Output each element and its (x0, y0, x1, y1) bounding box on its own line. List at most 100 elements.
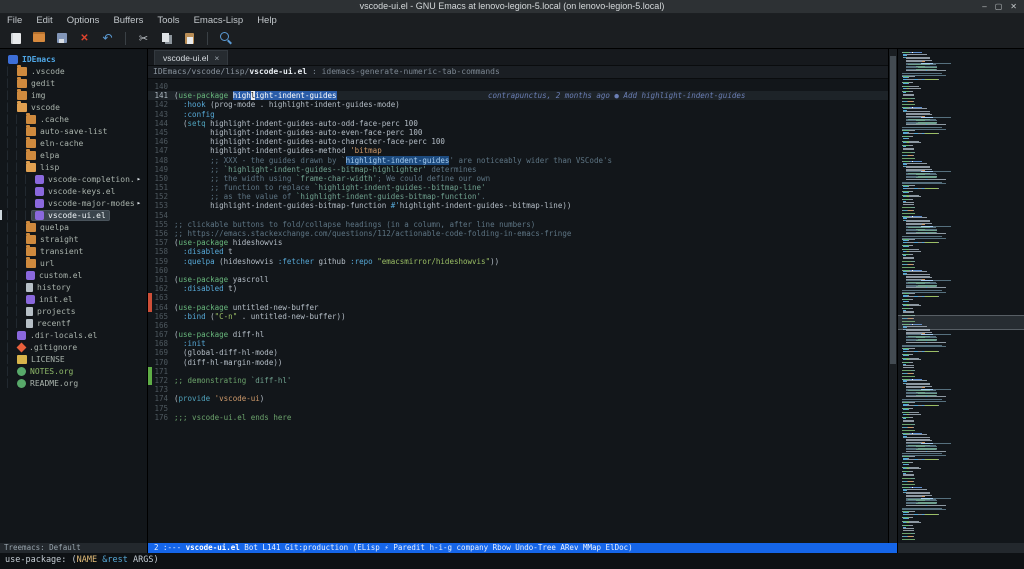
code-line-163[interactable]: 163 (148, 293, 888, 302)
tree-item-history[interactable]: ││history (0, 281, 147, 293)
tree-item-vscode[interactable]: │vscode (0, 101, 147, 113)
code-line-166[interactable]: 166 (148, 321, 888, 330)
tree-item-idemacs[interactable]: IDEmacs (0, 53, 147, 65)
cut-icon[interactable]: ✂ (135, 31, 152, 46)
scrollbar-thumb[interactable] (890, 56, 896, 364)
tree-item-elpa[interactable]: ││elpa (0, 149, 147, 161)
code-line-176[interactable]: 176;;; vscode-ui.el ends here (148, 413, 888, 422)
code-line-142[interactable]: 142 :hook (prog-mode . highlight-indent-… (148, 100, 888, 109)
code-segment: :repo (350, 257, 373, 266)
kill-buffer-icon[interactable]: ✕ (76, 31, 93, 46)
maximize-button[interactable]: ▢ (995, 0, 1003, 13)
code-line-144[interactable]: 144 (setq highlight-indent-guides-auto-o… (148, 119, 888, 128)
code-line-160[interactable]: 160 (148, 266, 888, 275)
tree-item-vscode-major-modes[interactable]: │││vscode-major-modes▸ (0, 197, 147, 209)
minimap[interactable] (898, 49, 1024, 543)
code-line-151[interactable]: 151 ;; function to replace `highlight-in… (148, 183, 888, 192)
minimap-segment (909, 91, 913, 92)
code-line-172[interactable]: 172;; demonstrating `diff-hl' (148, 376, 888, 385)
menu-buffers[interactable]: Buffers (106, 14, 150, 28)
minimap-segment (913, 373, 914, 374)
code-buffer[interactable]: 140141(use-package highlight-indent-guid… (148, 79, 888, 543)
scrollbar[interactable] (888, 49, 898, 543)
tree-item-straight[interactable]: ││straight (0, 233, 147, 245)
echo-area[interactable]: use-package: (NAME &rest ARGS) (0, 553, 1024, 569)
code-line-149[interactable]: 149 ;; `highlight-indent-guides--bitmap-… (148, 165, 888, 174)
tree-item-gedit[interactable]: │gedit (0, 77, 147, 89)
code-line-152[interactable]: 152 ;; as the value of `highlight-indent… (148, 192, 888, 201)
code-line-145[interactable]: 145 highlight-indent-guides-auto-even-fa… (148, 128, 888, 137)
menu-file[interactable]: File (0, 14, 29, 28)
tree-item-vscode[interactable]: │.vscode (0, 65, 147, 77)
code-line-150[interactable]: 150 ;; the width using `frame-char-width… (148, 174, 888, 183)
code-line-154[interactable]: 154 (148, 211, 888, 220)
code-line-153[interactable]: 153 highlight-indent-guides-bitmap-funct… (148, 201, 888, 210)
code-line-162[interactable]: 162 :disabled t) (148, 284, 888, 293)
minimap-viewport[interactable] (898, 315, 1024, 330)
menu-edit[interactable]: Edit (29, 14, 59, 28)
tree-item-auto-save-list[interactable]: ││auto-save-list (0, 125, 147, 137)
menu-options[interactable]: Options (60, 14, 107, 28)
main-modeline[interactable]: 2 :--- vscode-ui.el Bot L141 Git:product… (148, 543, 897, 553)
code-line-165[interactable]: 165 :bind ("C-n" . untitled-new-buffer)) (148, 312, 888, 321)
code-line-156[interactable]: 156;; https://emacs.stackexchange.com/qu… (148, 229, 888, 238)
code-line-146[interactable]: 146 highlight-indent-guides-auto-charact… (148, 137, 888, 146)
tree-item-vscode-ui-el[interactable]: │││vscode-ui.el (0, 209, 147, 221)
code-line-173[interactable]: 173 (148, 385, 888, 394)
modeline-segment: Git:production (285, 543, 353, 552)
code-line-169[interactable]: 169 (global-diff-hl-mode) (148, 348, 888, 357)
copy-icon[interactable] (158, 31, 175, 46)
code-line-161[interactable]: 161(use-package yascroll (148, 275, 888, 284)
tree-item-eln-cache[interactable]: ││eln-cache (0, 137, 147, 149)
tree-item-readme-org[interactable]: │README.org (0, 377, 147, 389)
code-line-167[interactable]: 167(use-package diff-hl (148, 330, 888, 339)
code-line-143[interactable]: 143 :config (148, 110, 888, 119)
code-line-170[interactable]: 170 (diff-hl-margin-mode)) (148, 358, 888, 367)
menu-help[interactable]: Help (250, 14, 284, 28)
titlebar[interactable]: vscode-ui.el - GNU Emacs at lenovo-legio… (0, 0, 1024, 14)
tree-item-recentf[interactable]: ││recentf (0, 317, 147, 329)
code-line-148[interactable]: 148 ;; XXX - the guides drawn by `highli… (148, 156, 888, 165)
tree-item-dir-locals-el[interactable]: │.dir-locals.el (0, 329, 147, 341)
tree-item-notes-org[interactable]: │NOTES.org (0, 365, 147, 377)
tab-vscode-ui[interactable]: vscode-ui.el × (154, 50, 228, 65)
code-line-174[interactable]: 174(provide 'vscode-ui) (148, 394, 888, 403)
tree-item-license[interactable]: │LICENSE (0, 353, 147, 365)
minimize-button[interactable]: – (982, 0, 986, 13)
code-line-140[interactable]: 140 (148, 82, 888, 91)
tree-item-transient[interactable]: ││transient (0, 245, 147, 257)
line-text: ;; `highlight-indent-guides--bitmap-high… (174, 165, 477, 174)
tree-item-lisp[interactable]: ││lisp (0, 161, 147, 173)
tree-item-vscode-keys-el[interactable]: │││vscode-keys.el (0, 185, 147, 197)
paste-icon[interactable] (181, 31, 198, 46)
search-icon[interactable] (217, 31, 234, 46)
code-line-168[interactable]: 168 :init (148, 339, 888, 348)
tree-item-url[interactable]: ││url (0, 257, 147, 269)
tree-item-quelpa[interactable]: ││quelpa (0, 221, 147, 233)
code-line-147[interactable]: 147 highlight-indent-guides-method 'bitm… (148, 146, 888, 155)
code-line-141[interactable]: 141(use-package highlight-indent-guidesc… (148, 91, 888, 100)
tab-close-icon[interactable]: × (214, 53, 219, 63)
tree-item-vscode-completion[interactable]: │││vscode-completion.▸ (0, 173, 147, 185)
tree-item-projects[interactable]: ││projects (0, 305, 147, 317)
tree-item-img[interactable]: │img (0, 89, 147, 101)
save-buffer-icon[interactable] (53, 31, 70, 46)
code-line-159[interactable]: 159 :quelpa (hideshowvis :fetcher github… (148, 257, 888, 266)
tree-item-custom-el[interactable]: ││custom.el (0, 269, 147, 281)
tree-item-gitignore[interactable]: │.gitignore (0, 341, 147, 353)
code-line-158[interactable]: 158 :disabled t (148, 247, 888, 256)
open-file-icon[interactable] (30, 31, 47, 46)
tree-item-cache[interactable]: ││.cache (0, 113, 147, 125)
menu-emacs-lisp[interactable]: Emacs-Lisp (187, 14, 251, 28)
close-button[interactable]: ✕ (1010, 0, 1017, 13)
code-line-164[interactable]: 164(use-package untitled-new-buffer (148, 303, 888, 312)
new-file-icon[interactable] (7, 31, 24, 46)
menu-tools[interactable]: Tools (150, 14, 186, 28)
tree-item-init-el[interactable]: ││init.el (0, 293, 147, 305)
code-line-175[interactable]: 175 (148, 404, 888, 413)
minimap-segment (906, 217, 928, 218)
code-line-171[interactable]: 171 (148, 367, 888, 376)
undo-icon[interactable]: ↶ (99, 31, 116, 46)
code-line-155[interactable]: 155;; clickable buttons to fold/collapse… (148, 220, 888, 229)
code-line-157[interactable]: 157(use-package hideshowvis (148, 238, 888, 247)
